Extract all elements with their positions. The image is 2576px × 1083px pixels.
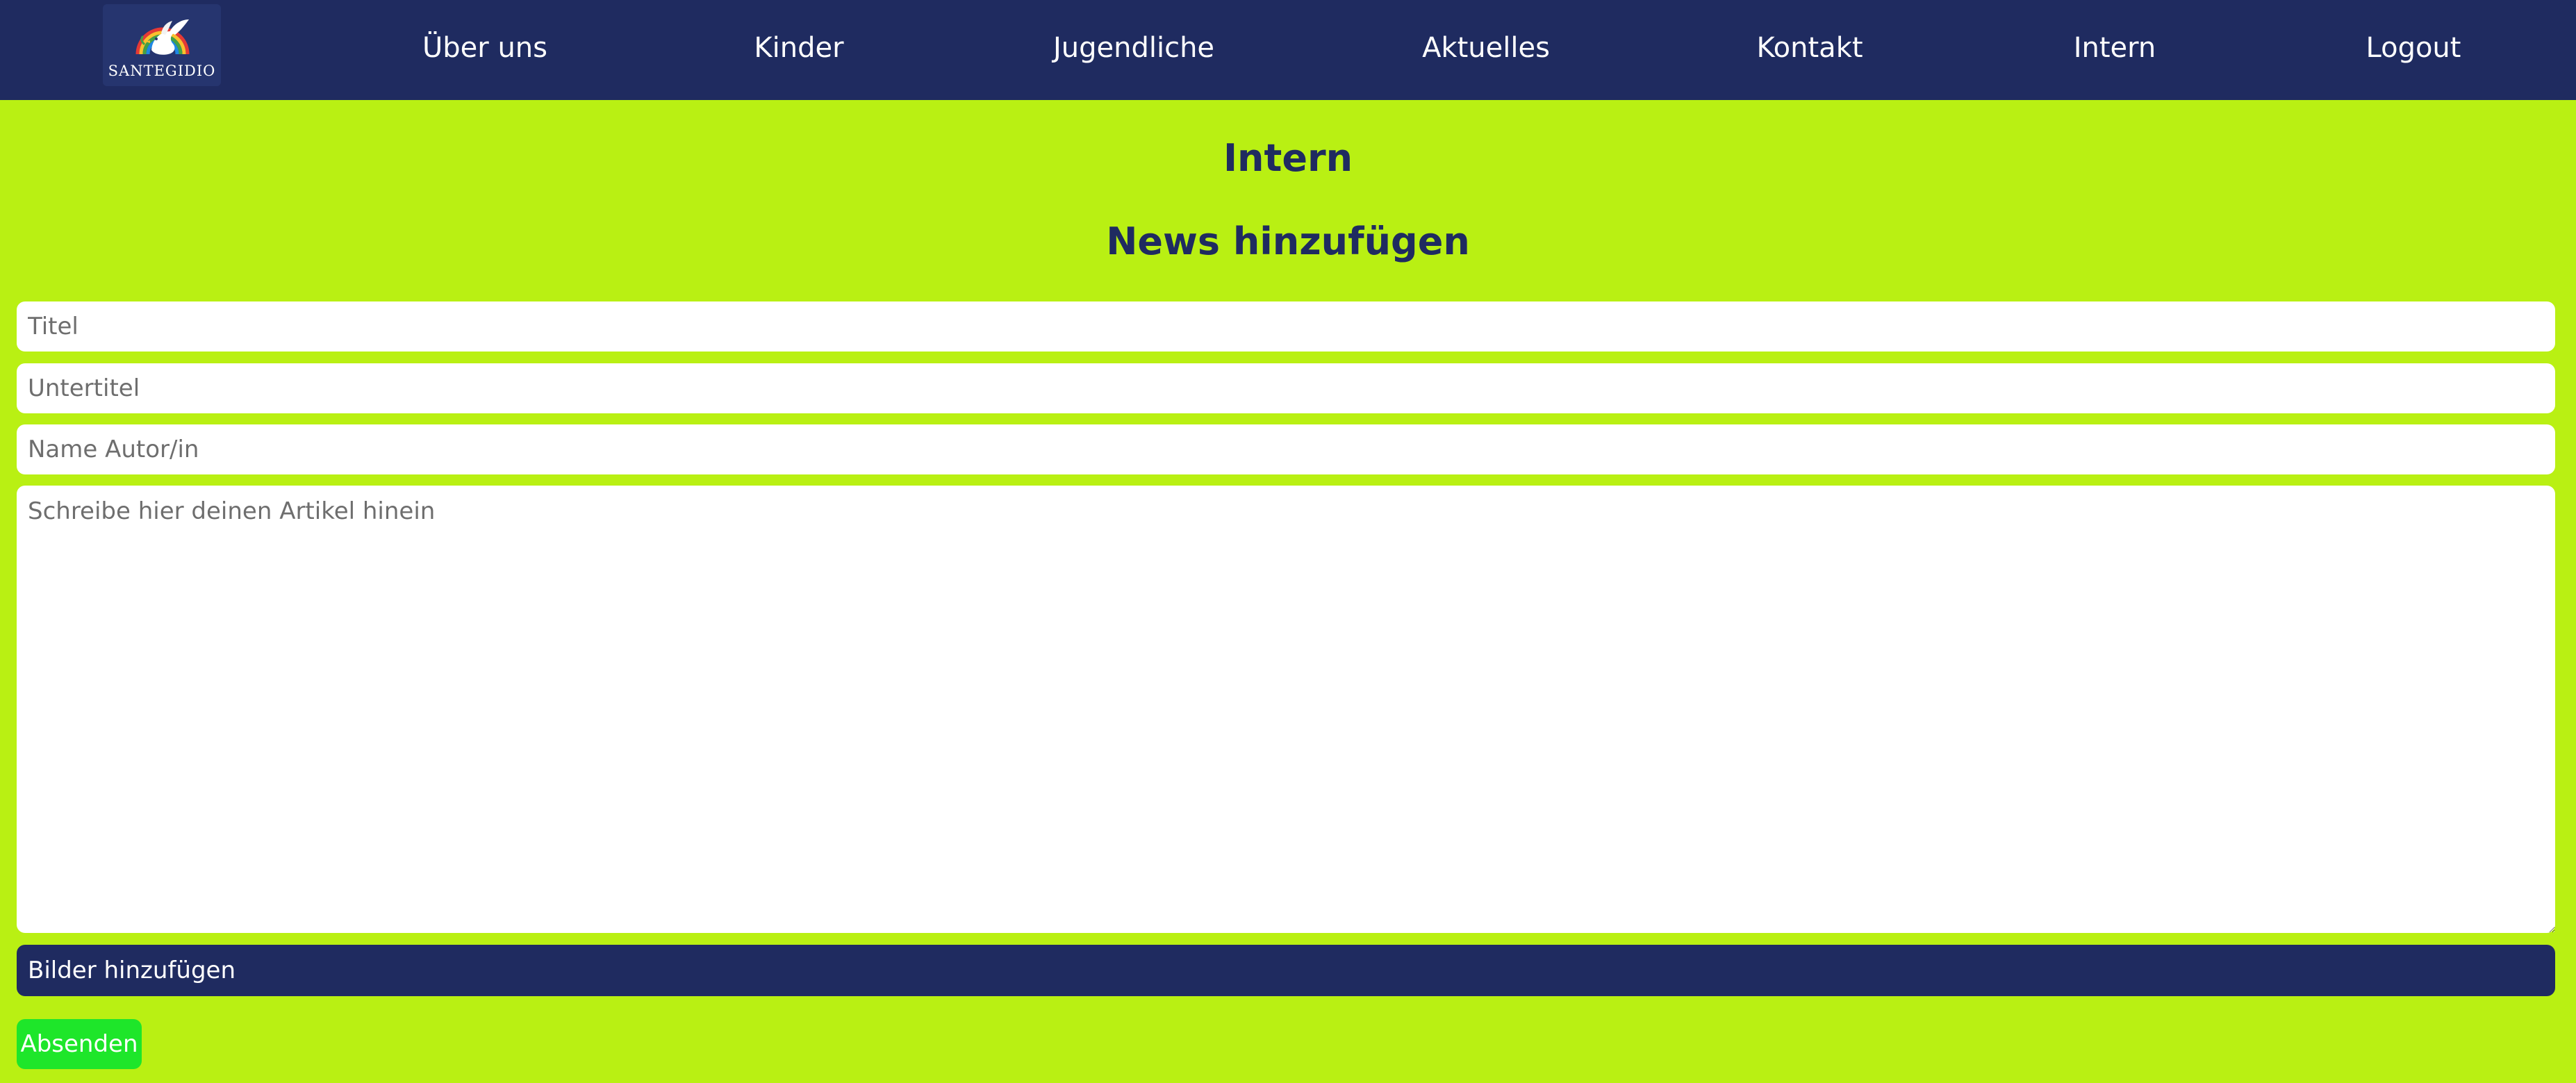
nav-item-intern[interactable]: Intern — [2045, 0, 2184, 96]
logo[interactable]: SANTEGIDIO — [103, 4, 221, 86]
navbar: SANTEGIDIO Über uns Kinder Jugendliche A… — [0, 0, 2576, 100]
title-input[interactable] — [17, 301, 2555, 352]
page-title: Intern — [1223, 136, 1353, 180]
nav-item-ueber-uns[interactable]: Über uns — [415, 0, 554, 96]
nav-item-kontakt[interactable]: Kontakt — [1740, 0, 1879, 96]
form-heading: News hinzufügen — [1106, 220, 1470, 263]
nav-item-logout[interactable]: Logout — [2344, 0, 2483, 96]
submit-button[interactable]: Absenden — [17, 1019, 142, 1069]
article-textarea[interactable] — [17, 486, 2555, 933]
author-input[interactable] — [17, 424, 2555, 474]
logo-text: SANTEGIDIO — [108, 63, 216, 79]
add-images-button[interactable]: Bilder hinzufügen — [17, 945, 2555, 996]
nav-item-aktuelles[interactable]: Aktuelles — [1399, 0, 1573, 96]
nav-item-jugendliche[interactable]: Jugendliche — [1030, 0, 1238, 96]
nav-item-kinder[interactable]: Kinder — [729, 0, 868, 96]
subtitle-input[interactable] — [17, 363, 2555, 413]
